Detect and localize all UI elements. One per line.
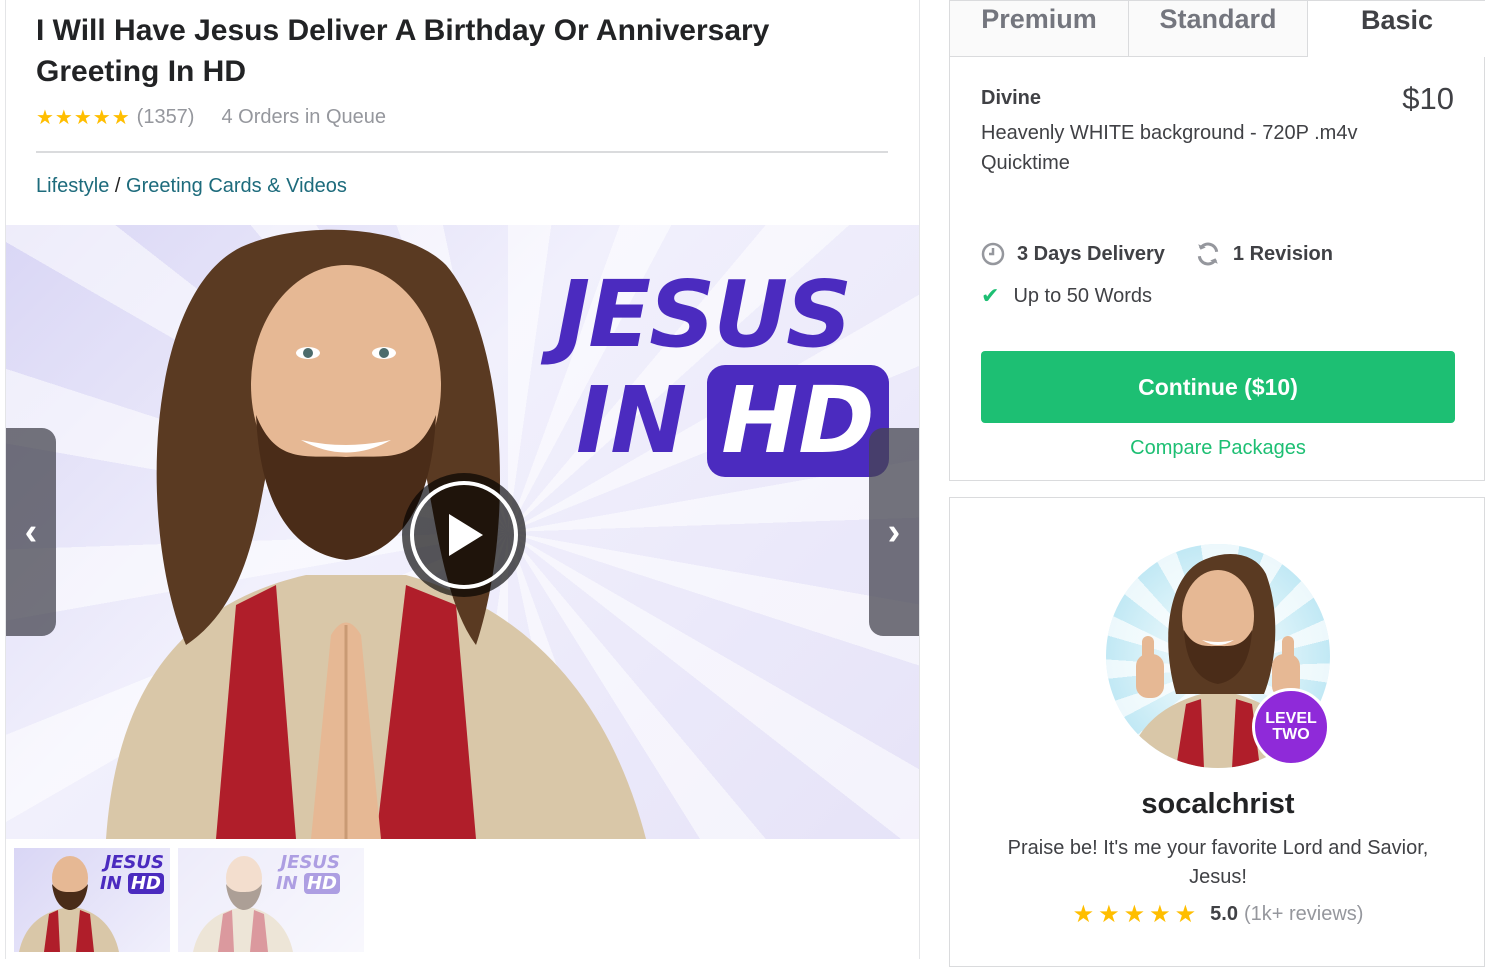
breadcrumb-lifestyle[interactable]: Lifestyle	[36, 175, 109, 197]
package-tabs: Premium Standard Basic	[950, 1, 1486, 57]
logo-hd-box: HD	[707, 365, 889, 477]
package-panel: Premium Standard Basic Divine $10 Heaven…	[949, 0, 1486, 481]
package-name: Divine	[981, 87, 1042, 109]
thumbnail-logo: JESUS IN HD	[276, 852, 340, 894]
gig-title: I Will Have Jesus Deliver A Birthday Or …	[36, 14, 770, 88]
seller-level-badge: LEVEL TWO	[1252, 688, 1330, 766]
play-video-button[interactable]	[402, 473, 526, 597]
tab-standard[interactable]: Standard	[1129, 1, 1308, 57]
gig-gallery[interactable]: JESUS IN HD ‹ ›	[6, 225, 919, 839]
star-icons: ★★★★★	[1072, 901, 1201, 928]
gallery-next-button[interactable]: ›	[869, 428, 919, 636]
level-line1: LEVEL	[1265, 710, 1317, 727]
seller-tagline: Praise be! It's me your favorite Lord an…	[1007, 837, 1429, 888]
included-feature-label: Up to 50 Words	[1013, 284, 1153, 307]
gig-overview: I Will Have Jesus Deliver A Birthday Or …	[5, 0, 920, 959]
package-description: Heavenly WHITE background - 720P .m4v Qu…	[981, 122, 1358, 174]
thumbnail-logo-line1: JESUS	[104, 852, 164, 873]
tab-premium[interactable]: Premium	[950, 1, 1129, 57]
delivery-revision-row: 3 Days Delivery 1 Revision	[981, 241, 1461, 267]
play-icon	[449, 514, 483, 556]
play-ring	[410, 481, 518, 589]
seller-username[interactable]: socalchrist	[950, 788, 1486, 821]
package-features: 3 Days Delivery 1 Revision ✔ Up to 50 Wo…	[981, 241, 1461, 309]
divider	[36, 151, 888, 153]
gig-rating: ★★★★★ (1357) 4 Orders in Queue	[36, 102, 386, 132]
star-icons: ★★★★★	[36, 106, 131, 129]
package-price: $10	[1402, 81, 1454, 116]
logo-line-jesus: JESUS	[556, 261, 852, 368]
level-line2: TWO	[1272, 726, 1310, 743]
chevron-left-icon: ‹	[24, 510, 38, 553]
thumbnail-logo: JESUS IN HD	[100, 852, 164, 894]
logo-line-in-hd: IN HD	[576, 365, 896, 477]
check-icon: ✔	[981, 283, 1000, 308]
revisions: 1 Revision	[1195, 241, 1333, 267]
thumbnail-logo-hd: HD	[303, 873, 340, 894]
compare-packages-link[interactable]: Compare Packages	[950, 437, 1486, 460]
orders-in-queue: 4 Orders in Queue	[221, 105, 386, 128]
seller-reviews-count[interactable]: (1k+ reviews)	[1244, 903, 1363, 926]
thumbnail-logo-line1: JESUS	[280, 852, 340, 873]
breadcrumb-greeting-cards[interactable]: Greeting Cards & Videos	[126, 175, 347, 197]
tab-basic[interactable]: Basic	[1308, 1, 1486, 57]
delivery-label: 3 Days Delivery	[1017, 242, 1165, 265]
thumbnail-logo-in: IN	[99, 873, 122, 894]
continue-button[interactable]: Continue ($10)	[981, 351, 1455, 423]
refresh-icon	[1197, 242, 1219, 266]
logo-in: IN	[576, 367, 688, 474]
jesus-in-hd-logo: JESUS IN HD	[556, 265, 896, 477]
seller-score: 5.0	[1210, 903, 1238, 925]
included-feature: ✔ Up to 50 Words	[981, 283, 1461, 309]
breadcrumb: Lifestyle / Greeting Cards & Videos	[36, 175, 347, 198]
thumbnail-logo-hd: HD	[127, 873, 164, 894]
gallery-prev-button[interactable]: ‹	[6, 428, 56, 636]
gallery-thumbnail-2[interactable]: JESUS IN HD	[178, 848, 364, 952]
thumbnail-logo-in: IN	[275, 873, 298, 894]
chevron-right-icon: ›	[887, 510, 901, 553]
delivery-time: 3 Days Delivery	[981, 242, 1165, 266]
breadcrumb-separator: /	[109, 175, 127, 197]
revisions-label: 1 Revision	[1232, 242, 1333, 265]
seller-card: LEVEL TWO socalchrist Praise be! It's me…	[949, 497, 1485, 967]
seller-rating: ★★★★★ 5.0 (1k+ reviews)	[950, 900, 1486, 929]
gallery-thumbnail-1[interactable]: JESUS IN HD	[14, 848, 170, 952]
rating-count[interactable]: (1357)	[137, 106, 195, 129]
clock-icon	[981, 242, 1005, 266]
